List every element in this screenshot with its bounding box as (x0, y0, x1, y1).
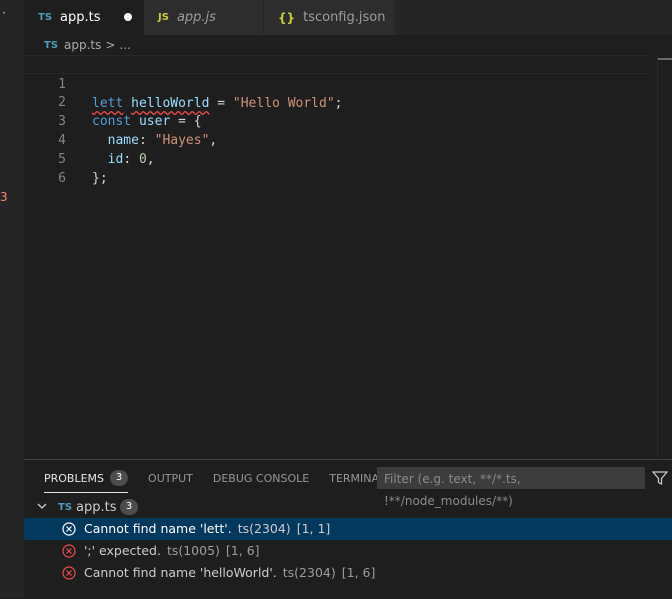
tab-output[interactable]: OUTPUT (148, 472, 193, 485)
problem-position: [1, 6] (225, 543, 260, 558)
chevron-down-icon[interactable] (36, 500, 48, 512)
tab-problems[interactable]: PROBLEMS 3 (44, 470, 129, 493)
punctuation-token: }; (92, 171, 108, 186)
tab-label: PROBLEMS (44, 471, 105, 485)
tab-label: tsconfig.json (303, 10, 386, 25)
javascript-file-icon: JS (158, 12, 169, 23)
breadcrumb-file[interactable]: app.ts (64, 38, 101, 52)
error-icon (62, 566, 76, 580)
unsaved-dot-icon[interactable] (124, 13, 132, 21)
problem-item[interactable]: Cannot find name 'lett'. ts(2304) [1, 1] (24, 518, 672, 540)
code-editor[interactable]: 1 lett helloWorld = "Hello World"; 2 con… (24, 54, 672, 458)
error-icon (62, 544, 76, 558)
group-count-badge: 3 (120, 499, 138, 515)
group-file-name: app.ts (76, 499, 117, 515)
overview-ruler-mark (658, 58, 672, 60)
typescript-file-icon: TS (58, 501, 73, 513)
left-strip-error-count: 3 (0, 190, 8, 204)
problems-file-group[interactable]: TS app.ts 3 (24, 496, 672, 518)
bottom-panel: PROBLEMS 3 OUTPUT DEBUG CONSOLE TERMINAL… (24, 459, 672, 599)
problem-position: [1, 1] (296, 521, 331, 536)
problems-filter-input[interactable]: Filter (e.g. text, **/*.ts, !**/node_mod… (377, 467, 645, 508)
problem-message: Cannot find name 'lett'. (84, 521, 232, 536)
problem-message: ';' expected. (84, 543, 161, 558)
json-file-icon: {} (278, 10, 296, 25)
tab-label: OUTPUT (148, 471, 193, 485)
code-line-3[interactable]: 3 name: "Hayes", (24, 93, 650, 148)
tab-label: app.ts (60, 10, 101, 25)
code-line-2[interactable]: 2 const user = { (24, 74, 650, 129)
problem-source: ts(2304) (237, 521, 291, 536)
tab-app-js[interactable]: JS app.js (144, 0, 264, 35)
typescript-file-icon: TS (38, 12, 53, 23)
typescript-file-icon: TS (44, 39, 59, 51)
problem-item[interactable]: ';' expected. ts(1005) [1, 6] (24, 540, 672, 562)
tab-app-ts[interactable]: TS app.ts (24, 0, 144, 35)
tab-debug-console[interactable]: DEBUG CONSOLE (213, 472, 309, 485)
code-line-5[interactable]: 5 }; (24, 131, 650, 186)
code-line-1[interactable]: 1 lett helloWorld = "Hello World"; (24, 55, 650, 111)
error-icon (62, 522, 76, 536)
tab-tsconfig-json[interactable]: {} tsconfig.json (264, 0, 396, 35)
editor-tab-bar: TS app.ts JS app.js {} tsconfig.json (24, 0, 672, 35)
filter-icon[interactable] (652, 470, 668, 486)
problem-message: Cannot find name 'helloWorld'. (84, 565, 277, 580)
problem-position: [1, 6] (341, 565, 376, 580)
left-side-strip: · 3 (0, 0, 24, 598)
panel-tabs: PROBLEMS 3 OUTPUT DEBUG CONSOLE TERMINAL (44, 460, 405, 496)
line-number: 6 (58, 171, 66, 186)
code-line-4[interactable]: 4 id: 0, (24, 112, 650, 167)
left-strip-dot: · (2, 6, 6, 20)
problem-source: ts(1005) (166, 543, 220, 558)
code-line-6[interactable]: 6 (24, 150, 650, 186)
problems-count-badge: 3 (110, 470, 129, 486)
problem-source: ts(2304) (282, 565, 336, 580)
breadcrumb: TS app.ts > ... (44, 36, 131, 54)
breadcrumb-more[interactable]: ... (119, 38, 130, 52)
problem-item[interactable]: Cannot find name 'helloWorld'. ts(2304) [1… (24, 562, 672, 584)
breadcrumb-separator: > (105, 38, 116, 52)
tab-label: DEBUG CONSOLE (212, 471, 310, 485)
editor-scrollbar[interactable] (657, 54, 672, 458)
tab-label: app.js (176, 10, 216, 25)
